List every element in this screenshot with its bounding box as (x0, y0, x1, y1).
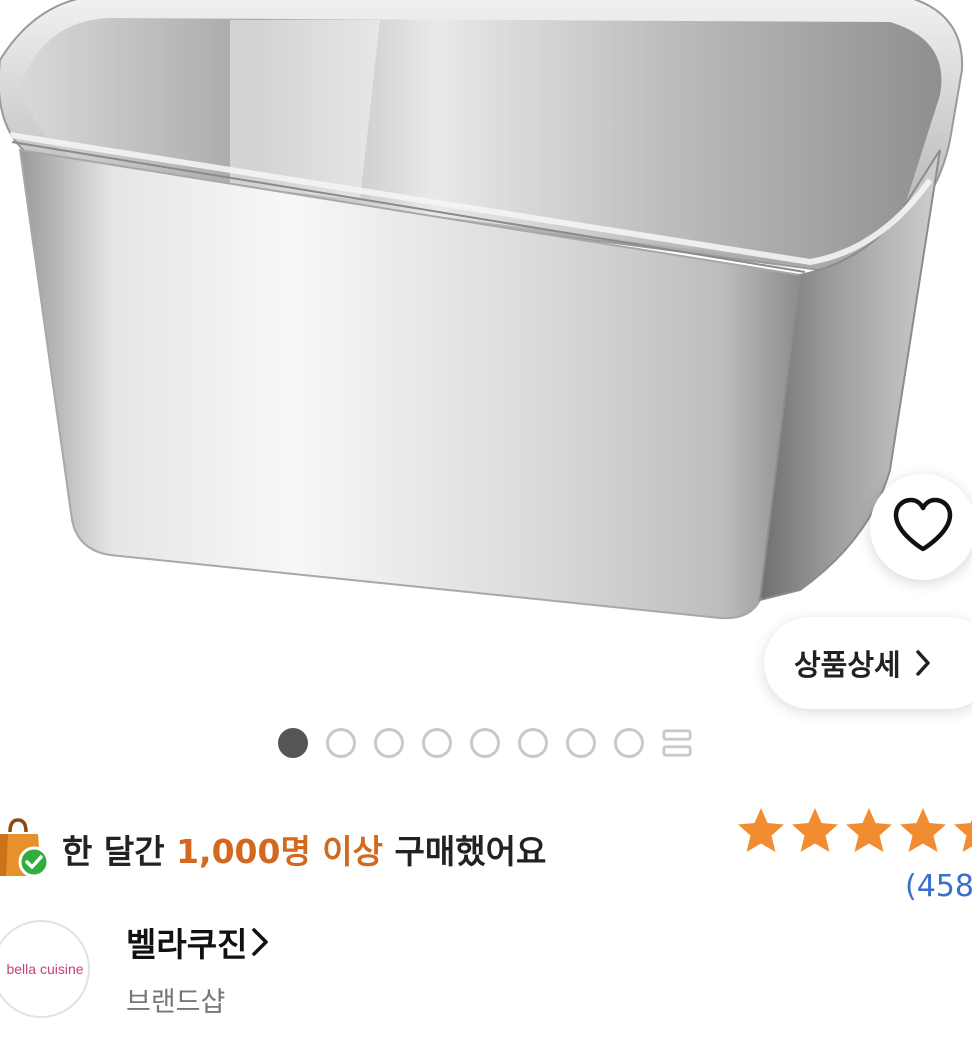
star-icon (900, 808, 946, 852)
star-icon (792, 808, 838, 852)
purchase-highlight: 1,000명 이상 (176, 832, 384, 871)
star-icon (846, 808, 892, 852)
pager-dot[interactable] (278, 728, 308, 758)
heart-outline-icon (892, 497, 954, 557)
stainless-container-illustration (0, 0, 964, 620)
product-image[interactable] (0, 0, 972, 720)
pager-dot[interactable] (566, 728, 596, 758)
purchase-suffix: 구매했어요 (394, 832, 547, 871)
purchase-count-text: 한 달간 1,000명 이상 구매했어요 (62, 825, 546, 873)
rating-stars[interactable] (736, 806, 972, 854)
brand-name: 벨라쿠진 (126, 925, 248, 964)
product-detail-label: 상품상세 (794, 648, 901, 682)
pager-dot[interactable] (518, 728, 548, 758)
star-icon (738, 808, 784, 852)
pager-dot[interactable] (422, 728, 452, 758)
star-icon (954, 819, 972, 852)
wishlist-button[interactable] (870, 474, 972, 580)
purchase-prefix: 한 달간 (62, 832, 165, 871)
brand-logo[interactable]: bella cuisine (0, 920, 90, 1018)
pager-dot[interactable] (614, 728, 644, 758)
chevron-right-icon (251, 927, 269, 957)
grid-view-icon[interactable] (662, 728, 692, 758)
pager-dot[interactable] (374, 728, 404, 758)
image-pager (278, 727, 692, 759)
brand-shop-label: 브랜드샵 (126, 987, 226, 1018)
purchase-count-badge: 한 달간 1,000명 이상 구매했어요 (0, 814, 546, 884)
shopping-bag-check-icon (0, 816, 50, 882)
pager-dot[interactable] (326, 728, 356, 758)
brand-logo-text: bella cuisine (6, 961, 84, 977)
product-detail-button[interactable]: 상품상세 (764, 617, 972, 709)
chevron-right-icon (915, 649, 931, 677)
review-count[interactable]: (458 (905, 869, 972, 904)
pager-dot[interactable] (470, 728, 500, 758)
brand-name-link[interactable]: 벨라쿠진 (126, 918, 269, 966)
